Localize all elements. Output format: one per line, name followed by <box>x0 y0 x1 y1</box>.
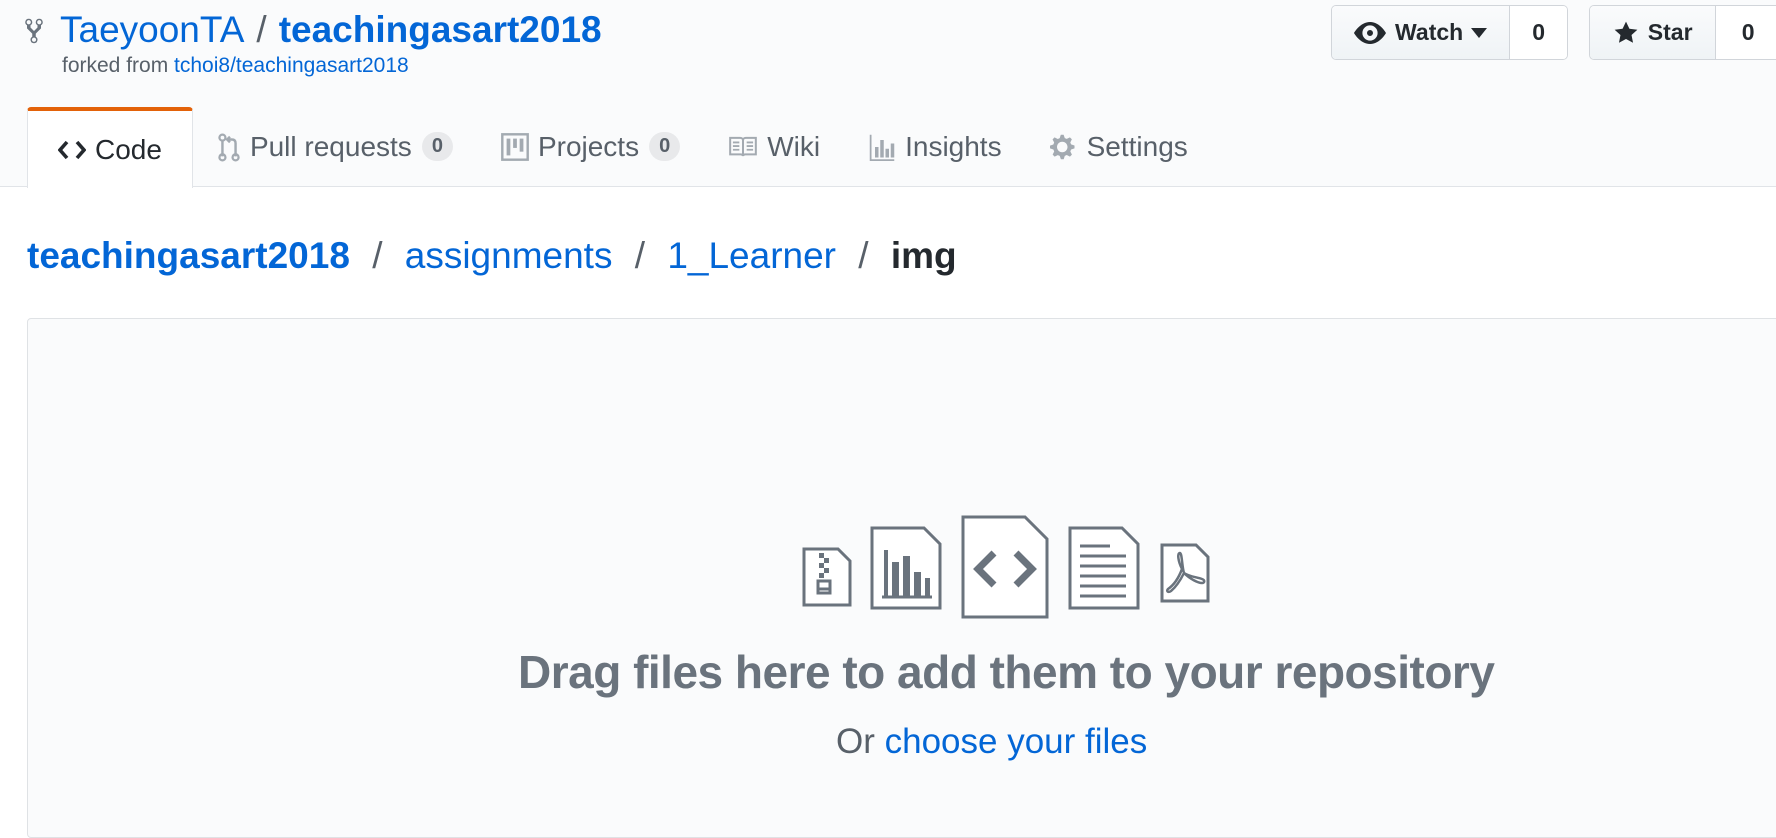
star-button-group: Star 0 <box>1589 5 1776 60</box>
tab-projects-label: Projects <box>537 130 640 162</box>
tab-code-label: Code <box>95 133 162 165</box>
tab-pull-requests[interactable]: Pull requests 0 <box>193 107 477 186</box>
watch-button[interactable]: Watch <box>1332 6 1511 59</box>
file-pdf-icon <box>1160 543 1210 603</box>
choose-files-link[interactable]: choose your files <box>885 722 1148 761</box>
forked-from-prefix: forked from <box>62 54 169 77</box>
projects-counter: 0 <box>649 132 681 161</box>
repo-name-link[interactable]: teachingasart2018 <box>279 10 602 50</box>
tab-wiki-label: Wiki <box>767 130 821 162</box>
file-code-icon <box>961 515 1049 619</box>
star-button[interactable]: Star <box>1590 6 1717 59</box>
repo-title-separator: / <box>256 9 267 50</box>
tab-pull-requests-label: Pull requests <box>249 130 412 162</box>
tab-settings[interactable]: Settings <box>1026 107 1212 186</box>
book-icon <box>729 136 758 156</box>
project-icon <box>501 132 529 161</box>
tab-code[interactable]: Code <box>27 107 193 188</box>
tab-insights[interactable]: Insights <box>844 107 1026 186</box>
breadcrumb-separator: / <box>372 235 383 276</box>
watch-button-group: Watch 0 <box>1331 5 1568 60</box>
file-text-icon <box>1068 526 1140 610</box>
git-pull-request-icon <box>218 132 240 161</box>
forked-from: forked from tchoi8/teachingasart2018 <box>62 54 409 78</box>
star-count[interactable]: 0 <box>1716 6 1776 59</box>
breadcrumb-root-link[interactable]: teachingasart2018 <box>27 235 350 276</box>
breadcrumb-assignments-link[interactable]: assignments <box>405 235 613 276</box>
star-icon <box>1614 21 1638 43</box>
graph-icon <box>869 134 895 161</box>
breadcrumb-separator: / <box>634 235 646 276</box>
file-dropzone[interactable]: Drag files here to add them to your repo… <box>27 318 1776 838</box>
star-label: Star <box>1647 19 1693 45</box>
watch-count[interactable]: 0 <box>1510 6 1567 59</box>
dropzone-subtitle: Or choose your files <box>836 722 1147 762</box>
tab-insights-label: Insights <box>905 130 1002 162</box>
breadcrumb-learner-link[interactable]: 1_Learner <box>667 235 836 276</box>
breadcrumb: teachingasart2018 / assignments / 1_Lear… <box>27 234 957 278</box>
breadcrumb-current: img <box>890 235 957 276</box>
tab-wiki[interactable]: Wiki <box>704 107 844 186</box>
repo-owner-link[interactable]: TaeyoonTA <box>60 10 244 50</box>
gear-icon <box>1049 134 1075 159</box>
breadcrumb-separator: / <box>858 235 869 276</box>
caret-down-icon <box>1471 27 1488 38</box>
file-type-icons <box>28 515 1210 625</box>
tab-settings-label: Settings <box>1086 130 1188 162</box>
code-icon <box>58 140 86 159</box>
pull-requests-counter: 0 <box>421 132 453 161</box>
watch-label: Watch <box>1395 19 1464 45</box>
repo-nav: Code Pull requests 0 Projects 0 Wiki Ins… <box>27 107 1212 188</box>
tab-projects[interactable]: Projects 0 <box>477 107 704 186</box>
eye-icon <box>1354 21 1387 44</box>
dropzone-subtitle-prefix: Or <box>836 722 875 761</box>
forked-from-link[interactable]: tchoi8/teachingasart2018 <box>174 54 409 77</box>
file-zip-icon <box>802 547 852 607</box>
dropzone-title: Drag files here to add them to your repo… <box>518 646 1495 698</box>
repo-forked-icon <box>25 18 43 44</box>
repo-title: TaeyoonTA / teachingasart2018 <box>24 10 602 50</box>
graph-file-icon <box>870 526 942 610</box>
